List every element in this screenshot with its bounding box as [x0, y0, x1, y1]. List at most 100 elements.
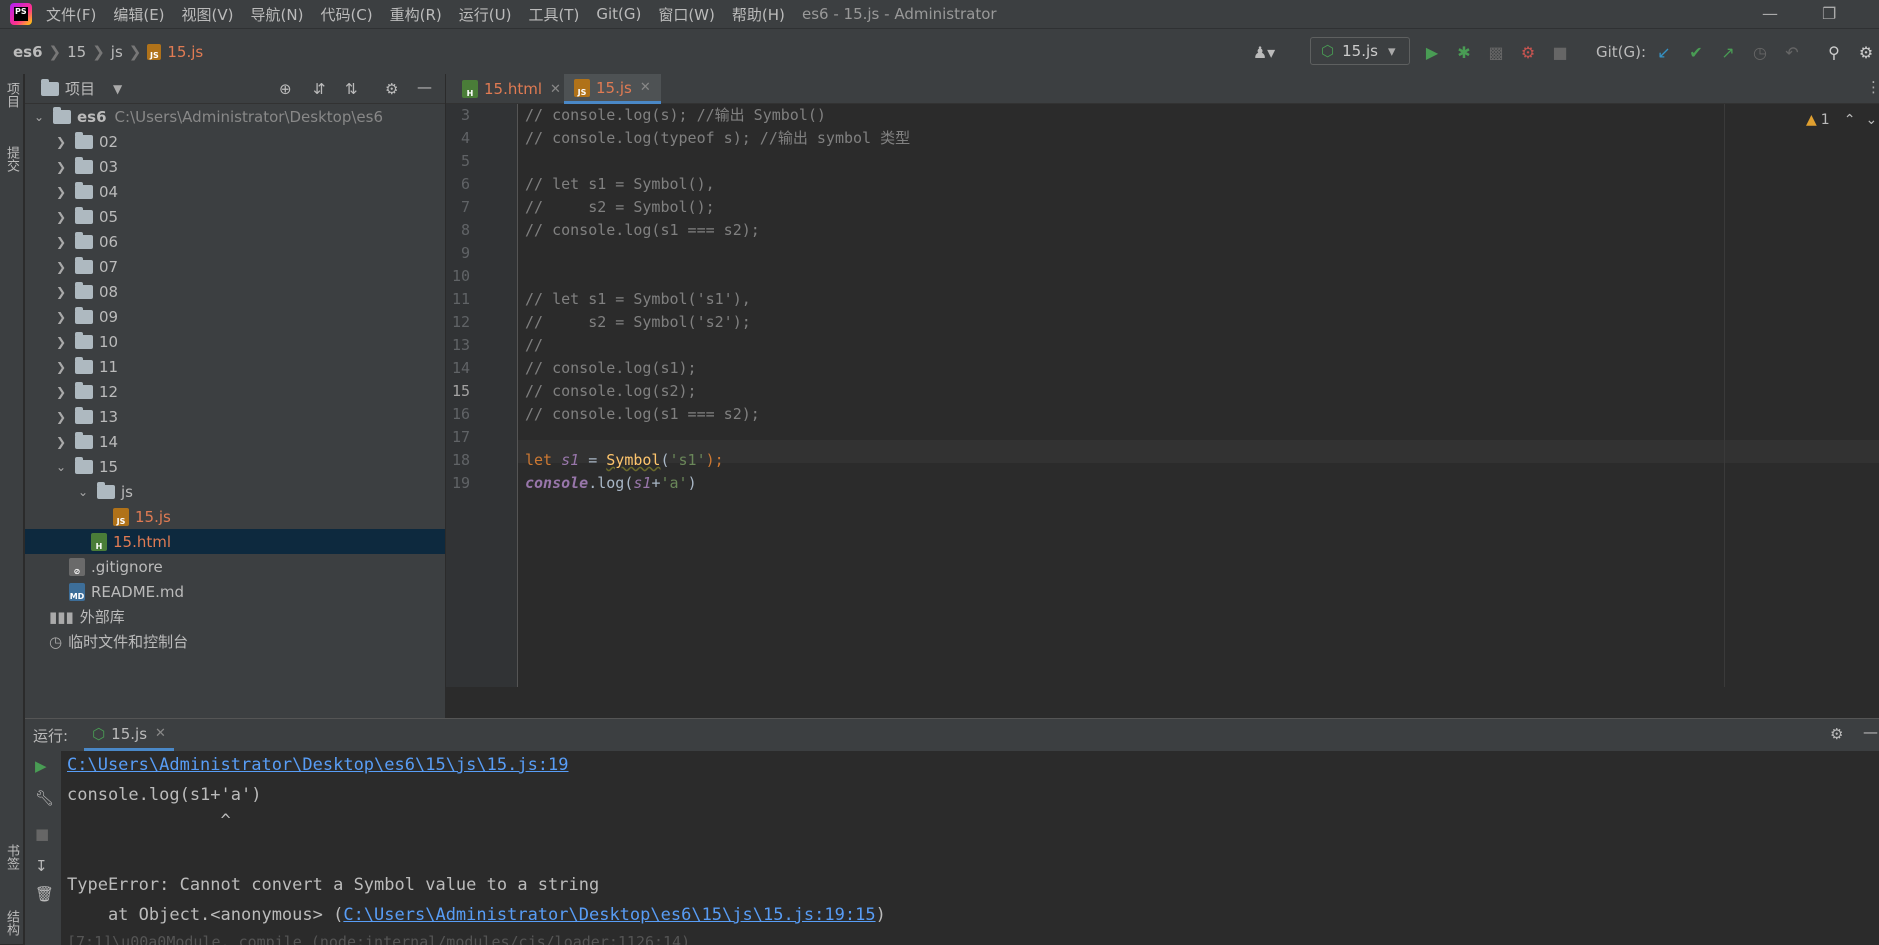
chevron-up-icon[interactable]: ⌃: [1844, 112, 1856, 128]
output-path-link[interactable]: C:\Users\Administrator\Desktop\es6\15\js…: [67, 755, 569, 775]
tree-folder-03[interactable]: ❯ 03: [25, 154, 445, 179]
menu-tools[interactable]: 工具(T): [528, 4, 579, 25]
tree-file-15-js[interactable]: JS 15.js: [25, 504, 445, 529]
tree-folder-11[interactable]: ❯ 11: [25, 354, 445, 379]
menu-view[interactable]: 视图(V): [182, 4, 234, 25]
menu-navigate[interactable]: 导航(N): [251, 4, 304, 25]
collapse-all-icon[interactable]: ⇅: [345, 80, 358, 98]
line-number: 18: [451, 451, 470, 469]
breadcrumb-file[interactable]: 15.js: [167, 43, 203, 61]
close-icon[interactable]: ✕: [155, 726, 166, 741]
stack-frame-link[interactable]: C:\Users\Administrator\Desktop\es6\15\js…: [343, 905, 875, 925]
expand-all-icon[interactable]: ⇵: [313, 80, 326, 98]
stop-icon[interactable]: ■: [35, 825, 49, 843]
inspection-widget[interactable]: ▲ 1 ⌃ ⌄: [1806, 112, 1877, 128]
run-icon[interactable]: ▶: [1422, 42, 1442, 62]
scroll-to-end-icon[interactable]: ↧: [35, 857, 48, 875]
tree-folder-04[interactable]: ❯ 04: [25, 179, 445, 204]
hide-panel-icon[interactable]: —: [417, 78, 432, 96]
js-file-icon: JS: [147, 43, 162, 60]
tree-scratches[interactable]: ◷ 临时文件和控制台: [25, 629, 445, 654]
tree-external-libraries[interactable]: ▮▮▮ 外部库: [25, 604, 445, 629]
tool-tab-project[interactable]: 项目: [2, 82, 21, 108]
line-number: 3: [460, 106, 470, 124]
git-update-icon[interactable]: ↙: [1654, 42, 1674, 62]
folder-icon: [75, 181, 93, 199]
code-line: // console.log(s); //输出 Symbol(): [525, 106, 826, 124]
run-tab[interactable]: ⬡ 15.js ✕: [84, 719, 174, 751]
wrench-icon[interactable]: 🔧︎: [35, 789, 54, 807]
profile-icon[interactable]: ⚙: [1518, 42, 1538, 62]
chevron-down-icon[interactable]: ⌄: [1865, 112, 1877, 128]
line-number: 8: [460, 221, 470, 239]
stop-icon[interactable]: ■: [1550, 42, 1570, 62]
folder-icon: [75, 281, 93, 299]
menu-git[interactable]: Git(G): [596, 5, 641, 23]
tree-folder-14[interactable]: ❯ 14: [25, 429, 445, 454]
tree-file-readme[interactable]: MD README.md: [25, 579, 445, 604]
folder-icon: [75, 156, 93, 174]
gitignore-file-icon: ⊘: [69, 557, 85, 576]
chevron-down-icon[interactable]: ▼: [113, 82, 122, 96]
tree-folder-07[interactable]: ❯ 07: [25, 254, 445, 279]
tree-folder-15[interactable]: ⌄ 15: [25, 454, 445, 479]
tree-folder-08[interactable]: ❯ 08: [25, 279, 445, 304]
search-icon[interactable]: ⚲: [1824, 42, 1844, 62]
coverage-icon[interactable]: ▩: [1486, 42, 1506, 62]
tree-folder-05[interactable]: ❯ 05: [25, 204, 445, 229]
tree-root-es6[interactable]: ⌄ es6 C:\Users\Administrator\Desktop\es6: [25, 104, 445, 129]
run-side-toolbar: ▶ 🔧︎ ■ ↧ 🗑︎: [25, 751, 61, 945]
minimize-icon[interactable]: —: [1762, 4, 1778, 23]
gear-icon[interactable]: ⚙: [385, 80, 398, 98]
tool-tab-structure[interactable]: 结构: [2, 910, 21, 936]
tree-folder-09[interactable]: ❯ 09: [25, 304, 445, 329]
menu-edit[interactable]: 编辑(E): [113, 4, 164, 25]
tree-folder-06[interactable]: ❯ 06: [25, 229, 445, 254]
chevron-right-icon: ❯: [55, 384, 67, 399]
settings-icon[interactable]: ⚙: [1856, 42, 1876, 62]
code-line: // s2 = Symbol();: [525, 198, 715, 216]
tab-15-js[interactable]: JS 15.js ✕: [564, 74, 661, 104]
user-icon[interactable]: ♟▾: [1253, 42, 1275, 62]
locate-icon[interactable]: ⊕: [279, 80, 292, 98]
menu-refactor[interactable]: 重构(R): [390, 4, 442, 25]
tree-folder-10[interactable]: ❯ 10: [25, 329, 445, 354]
breadcrumb-js[interactable]: js: [111, 43, 123, 61]
debug-icon[interactable]: ✱: [1454, 42, 1474, 62]
tree-file-gitignore[interactable]: ⊘ .gitignore: [25, 554, 445, 579]
hide-panel-icon[interactable]: —: [1863, 723, 1878, 741]
code-editor[interactable]: 3 4 5 6 7 8 9 10 11 12 13 14 15 16 17 18 19 // console.l…: [446, 104, 1879, 718]
tree-folder-13[interactable]: ❯ 13: [25, 404, 445, 429]
close-icon[interactable]: ✕: [550, 82, 561, 97]
git-commit-icon[interactable]: ✔: [1686, 42, 1706, 62]
menu-code[interactable]: 代码(C): [320, 4, 372, 25]
menu-window[interactable]: 窗口(W): [658, 4, 715, 25]
project-panel-title[interactable]: 项目: [65, 78, 95, 99]
tool-tab-bookmarks[interactable]: 书签: [2, 844, 21, 870]
tree-folder-12[interactable]: ❯ 12: [25, 379, 445, 404]
restore-icon[interactable]: ❐: [1822, 4, 1836, 23]
breadcrumb-15[interactable]: 15: [67, 43, 86, 61]
navigation-toolbar: es6 ❯ 15 ❯ js ❯ JS 15.js ♟▾ ⬡ 15.js ▾ ▶ …: [0, 28, 1879, 74]
tree-folder-js[interactable]: ⌄ js: [25, 479, 445, 504]
tab-options-icon[interactable]: ⋮: [1866, 78, 1879, 96]
tool-tab-commit[interactable]: 提交: [2, 146, 21, 172]
line-number: 10: [451, 267, 470, 285]
tree-file-15-html[interactable]: H 15.html: [25, 529, 445, 554]
git-history-icon[interactable]: ◷: [1750, 42, 1770, 62]
run-configuration-select[interactable]: ⬡ 15.js ▾: [1310, 37, 1410, 65]
breadcrumb-es6[interactable]: es6: [13, 43, 43, 61]
git-push-icon[interactable]: ↗: [1718, 42, 1738, 62]
trash-icon[interactable]: 🗑︎: [35, 885, 54, 903]
git-rollback-icon[interactable]: ↶: [1782, 42, 1802, 62]
gear-icon[interactable]: ⚙: [1830, 725, 1843, 743]
tab-15-html[interactable]: H 15.html ✕: [452, 74, 571, 104]
menu-file[interactable]: 文件(F): [46, 4, 96, 25]
close-icon[interactable]: ✕: [640, 80, 651, 95]
rerun-icon[interactable]: ▶: [35, 757, 47, 775]
markdown-file-icon: MD: [69, 582, 85, 601]
menu-help[interactable]: 帮助(H): [732, 4, 785, 25]
line-number: 9: [460, 244, 470, 262]
menu-run[interactable]: 运行(U): [459, 4, 512, 25]
tree-folder-02[interactable]: ❯ 02: [25, 129, 445, 154]
